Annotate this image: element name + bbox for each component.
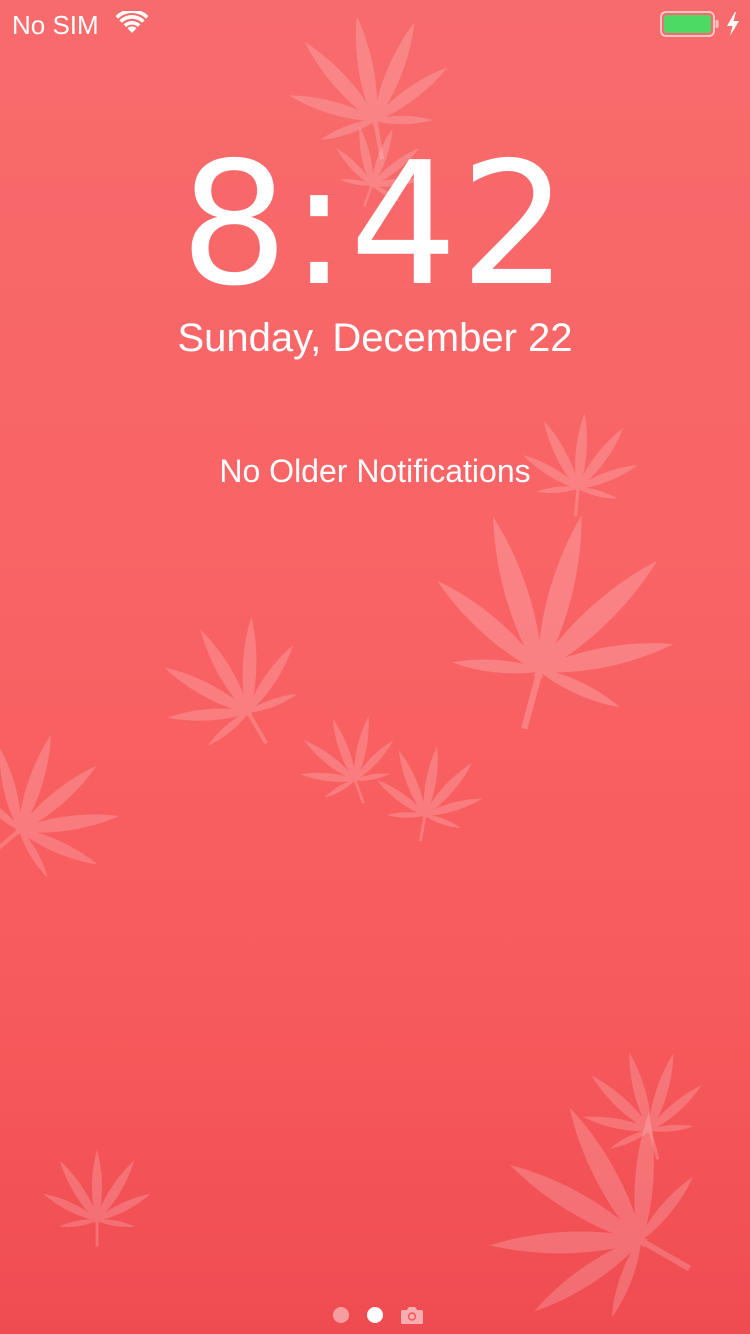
battery-icon (660, 11, 719, 37)
wallpaper-leaf (135, 592, 332, 781)
carrier-label: No SIM (12, 10, 99, 40)
wallpaper-leaf (402, 482, 704, 762)
no-older-notifications-label: No Older Notifications (219, 453, 531, 489)
battery-level-fill (664, 15, 711, 33)
lock-screen-time: 8:42 (180, 126, 570, 324)
page-dot-current[interactable] (367, 1307, 383, 1323)
wallpaper-leaf (450, 1062, 749, 1334)
wallpaper-leaf (284, 701, 412, 821)
wallpaper-leaf (0, 705, 148, 915)
wallpaper-leaf (41, 1150, 153, 1247)
page-indicator[interactable] (0, 1302, 750, 1328)
lightning-bolt-icon (727, 12, 739, 36)
lock-screen-date: Sunday, December 22 (177, 316, 573, 360)
status-bar: No SIM (0, 0, 750, 48)
page-dot[interactable] (333, 1307, 349, 1323)
camera-icon[interactable] (400, 1304, 424, 1326)
wifi-icon (116, 11, 148, 33)
